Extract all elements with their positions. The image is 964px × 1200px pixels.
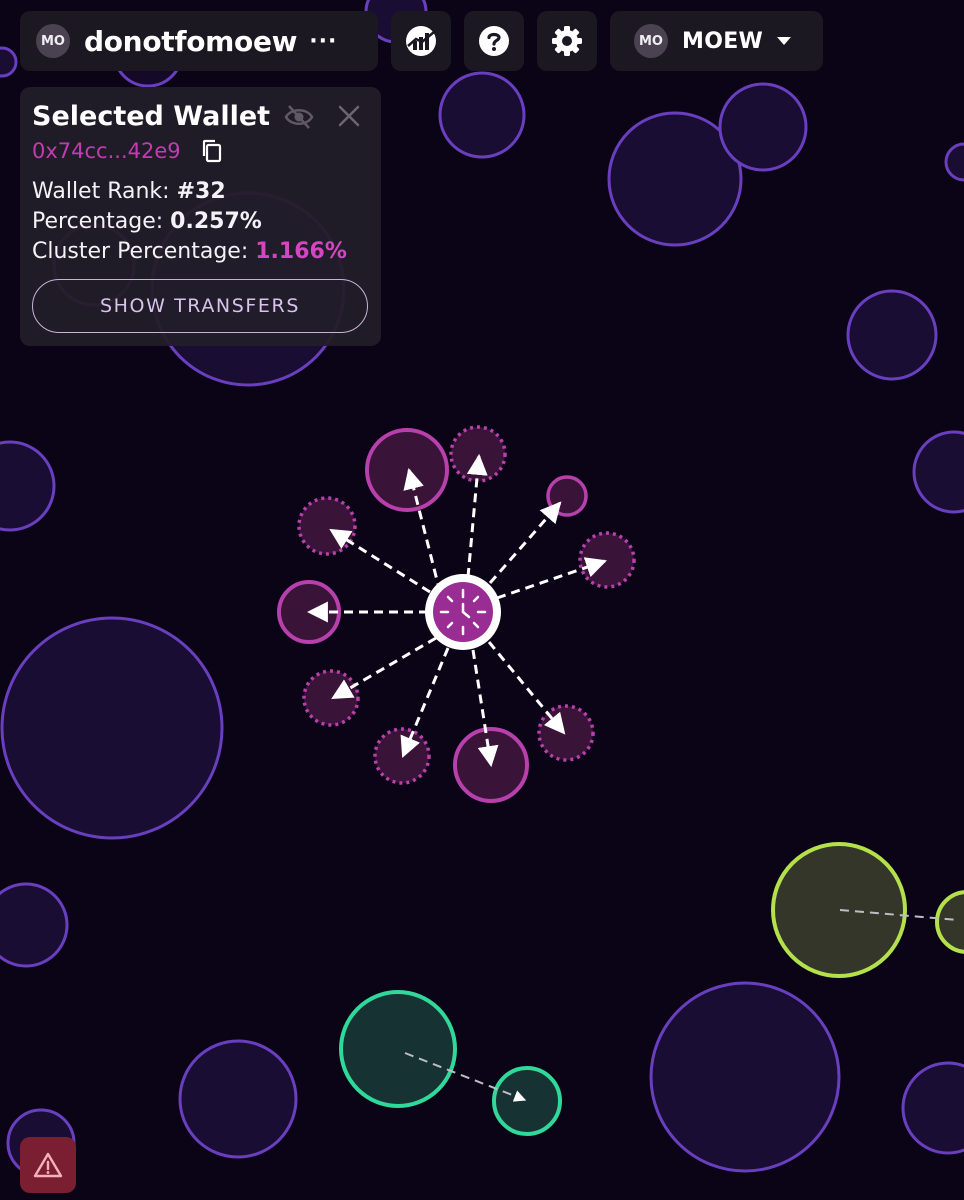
bubble (373, 727, 431, 785)
account-menu[interactable]: MO MOEW (610, 11, 823, 71)
bubble (901, 1061, 964, 1155)
wallet-address[interactable]: 0x74cc...42e9 (32, 139, 181, 163)
bubble-group-green (339, 990, 562, 1136)
bubble (718, 82, 808, 172)
bubble (438, 71, 526, 159)
bubble (0, 46, 18, 78)
bubble (846, 289, 938, 381)
warning-icon (33, 1152, 63, 1178)
bubble (944, 142, 964, 182)
bubble (178, 1039, 298, 1159)
stats-button[interactable] (391, 11, 451, 71)
bubble (771, 842, 907, 978)
cluster-percentage-value: 1.166% (255, 239, 347, 264)
selected-wallet-panel: Selected Wallet 0x74cc...42e9 Wallet Ran… (20, 87, 381, 346)
help-icon (479, 26, 509, 56)
bubble (449, 425, 507, 483)
help-button[interactable] (464, 11, 524, 71)
wallet-percentage: Percentage: 0.257% (32, 209, 262, 234)
bubble (297, 496, 357, 556)
bubble (0, 616, 224, 840)
token-avatar: MO (36, 24, 70, 58)
bubble (0, 882, 69, 968)
bubble (935, 890, 964, 954)
show-transfers-button[interactable]: SHOW TRANSFERS (32, 279, 368, 333)
bubble (649, 981, 841, 1173)
panel-title: Selected Wallet (32, 101, 271, 132)
bubble (912, 430, 964, 514)
bubble (339, 990, 457, 1108)
gear-icon (552, 26, 582, 56)
selected-cluster (277, 425, 636, 803)
cluster-percentage: Cluster Percentage: 1.166% (32, 239, 347, 264)
eye-off-icon[interactable] (284, 104, 314, 130)
copy-icon[interactable] (201, 139, 223, 163)
more-options-icon[interactable]: ··· (309, 29, 337, 54)
account-avatar: MO (634, 24, 668, 58)
clock-icon (439, 588, 487, 636)
wallet-rank: Wallet Rank: #32 (32, 179, 226, 204)
bubble (578, 531, 636, 589)
bubble (0, 440, 56, 532)
selected-wallet-bubble[interactable] (425, 574, 501, 650)
wallet-rank-value: #32 (176, 179, 226, 204)
bubble-group-lime (771, 842, 964, 978)
settings-button[interactable] (537, 11, 597, 71)
account-name: MOEW (682, 28, 764, 54)
close-icon[interactable] (338, 105, 360, 127)
token-selector[interactable]: MO donotfomoew ··· (20, 11, 378, 71)
bubble (453, 727, 529, 803)
token-name: donotfomoew (84, 24, 298, 58)
wallet-percentage-value: 0.257% (170, 209, 262, 234)
bubble (365, 428, 449, 512)
bubble (492, 1066, 562, 1136)
alert-button[interactable] (20, 1137, 76, 1193)
chevron-down-icon (777, 37, 792, 45)
stats-chart-icon (406, 26, 436, 56)
bubble (302, 669, 360, 727)
